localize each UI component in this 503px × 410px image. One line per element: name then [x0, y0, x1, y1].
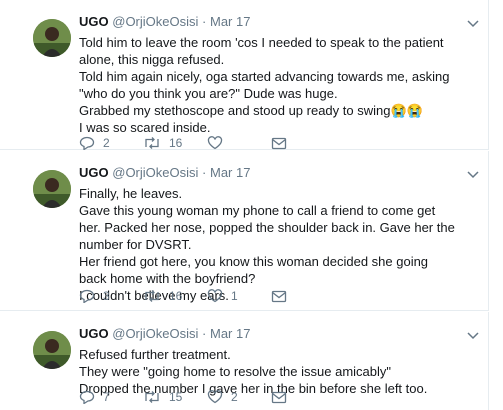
tweet-line: They were "going home to resolve the iss… — [79, 364, 391, 379]
dm-button[interactable] — [271, 391, 335, 404]
author-handle[interactable]: @OrjiOkeOsisi — [112, 165, 198, 180]
retweet-icon — [145, 391, 159, 403]
dm-button[interactable] — [271, 137, 335, 150]
retweet-count: 16 — [169, 136, 183, 150]
retweet-count: 15 — [169, 390, 183, 404]
author-name[interactable]: UGO — [79, 165, 109, 180]
tweet-line: Refused further treatment. — [79, 347, 231, 362]
reply-icon — [79, 390, 95, 404]
retweet-button[interactable]: 15 — [143, 390, 207, 404]
author-name[interactable]: UGO — [79, 326, 109, 341]
action-bar: 7 15 2 — [79, 390, 335, 404]
tweet-date[interactable]: Mar 17 — [210, 14, 250, 29]
reply-button[interactable]: 2 — [79, 136, 143, 150]
tweet-header: UGO @OrjiOkeOsisi · Mar 17 — [79, 14, 459, 30]
retweet-icon — [145, 137, 159, 149]
tweet[interactable]: UGO @OrjiOkeOsisi · Mar 17 Refused furth… — [0, 312, 489, 410]
avatar[interactable] — [33, 170, 71, 208]
author-name[interactable]: UGO — [79, 14, 109, 29]
crying-emoji: 😭😭 — [390, 103, 423, 118]
like-count: 1 — [231, 289, 238, 303]
like-count: 2 — [231, 390, 238, 404]
retweet-icon — [145, 290, 159, 302]
tweet-header: UGO @OrjiOkeOsisi · Mar 17 — [79, 165, 459, 181]
reply-count: 7 — [103, 390, 110, 404]
heart-icon — [207, 390, 223, 404]
dm-button[interactable] — [271, 290, 335, 303]
reply-icon — [79, 289, 95, 303]
tweet-line: Gave this young woman my phone to call a… — [79, 203, 455, 252]
chevron-down-icon[interactable] — [466, 18, 480, 28]
avatar[interactable] — [33, 19, 71, 57]
separator-dot: · — [202, 14, 207, 29]
reply-count: 3 — [103, 289, 110, 303]
author-handle[interactable]: @OrjiOkeOsisi — [112, 326, 198, 341]
tweet-header: UGO @OrjiOkeOsisi · Mar 17 — [79, 326, 459, 342]
tweet-line: Grabbed my stethoscope and stood up read… — [79, 103, 423, 118]
separator-dot: · — [202, 326, 207, 341]
like-button[interactable]: 2 — [207, 390, 271, 404]
retweet-count: 16 — [169, 289, 183, 303]
chevron-down-icon[interactable] — [466, 169, 480, 179]
tweet-line: Told him again nicely, oga started advan… — [79, 69, 450, 101]
action-bar: 2 16 — [79, 136, 335, 150]
tweet-text: Finally, he leaves. Gave this young woma… — [79, 185, 459, 304]
tweet-line: Finally, he leaves. — [79, 186, 183, 201]
reply-icon — [79, 136, 95, 150]
envelope-icon — [271, 391, 287, 403]
tweet[interactable]: UGO @OrjiOkeOsisi · Mar 17 Finally, he l… — [0, 151, 489, 311]
separator-dot: · — [202, 165, 207, 180]
envelope-icon — [271, 290, 287, 302]
tweet-line: I was so scared inside. — [79, 120, 211, 135]
retweet-button[interactable]: 16 — [143, 136, 207, 150]
tweet[interactable]: UGO @OrjiOkeOsisi · Mar 17 Told him to l… — [0, 0, 489, 150]
action-bar: 3 16 1 — [79, 289, 335, 303]
like-button[interactable]: 1 — [207, 289, 271, 303]
reply-count: 2 — [103, 136, 110, 150]
tweet-date[interactable]: Mar 17 — [210, 326, 250, 341]
tweet-line: Her friend got here, you know this woman… — [79, 254, 429, 286]
author-handle[interactable]: @OrjiOkeOsisi — [112, 14, 198, 29]
envelope-icon — [271, 137, 287, 149]
tweet-text: Told him to leave the room 'cos I needed… — [79, 34, 459, 136]
chevron-down-icon[interactable] — [466, 330, 480, 340]
tweet-line: Told him to leave the room 'cos I needed… — [79, 35, 444, 67]
tweet-date[interactable]: Mar 17 — [210, 165, 250, 180]
avatar[interactable] — [33, 331, 71, 369]
heart-icon — [207, 136, 223, 150]
reply-button[interactable]: 3 — [79, 289, 143, 303]
heart-icon — [207, 289, 223, 303]
like-button[interactable] — [207, 136, 271, 150]
reply-button[interactable]: 7 — [79, 390, 143, 404]
retweet-button[interactable]: 16 — [143, 289, 207, 303]
